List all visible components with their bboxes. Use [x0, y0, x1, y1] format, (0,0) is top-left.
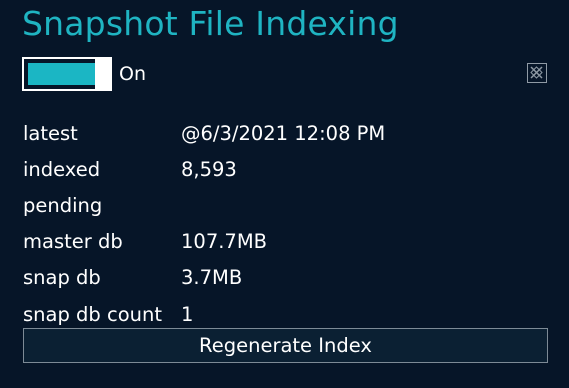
- info-label: master db: [23, 230, 123, 254]
- close-x-icon: [530, 66, 543, 79]
- info-value: 8,593: [181, 157, 237, 181]
- toggle-track-fill: [28, 63, 95, 85]
- info-row-pending: pending: [23, 187, 385, 223]
- info-value: 3.7MB: [181, 266, 243, 290]
- info-label: snap db count: [23, 302, 163, 326]
- index-info-list: latest @6/3/2021 12:08 PM indexed 8,593 …: [23, 115, 385, 332]
- toggle-state-label: On: [119, 63, 146, 85]
- toggle-thumb[interactable]: [95, 57, 112, 91]
- info-label: pending: [23, 193, 103, 217]
- info-label: indexed: [23, 157, 101, 181]
- info-value: 107.7MB: [181, 230, 268, 254]
- indexing-toggle[interactable]: [22, 57, 112, 91]
- info-row-indexed: indexed 8,593: [23, 151, 385, 187]
- info-label: latest: [23, 121, 78, 145]
- info-row-snap-db-count: snap db count 1: [23, 296, 385, 332]
- info-row-latest: latest @6/3/2021 12:08 PM: [23, 115, 385, 151]
- info-value: 1: [181, 302, 194, 326]
- indexing-toggle-row: On: [22, 57, 146, 91]
- info-label: snap db: [23, 266, 101, 290]
- close-button[interactable]: [527, 63, 547, 83]
- info-row-master-db: master db 107.7MB: [23, 224, 385, 260]
- regenerate-index-button[interactable]: Regenerate Index: [23, 328, 548, 363]
- info-value: @6/3/2021 12:08 PM: [181, 121, 386, 145]
- info-row-snap-db: snap db 3.7MB: [23, 260, 385, 296]
- page-title: Snapshot File Indexing: [22, 4, 399, 43]
